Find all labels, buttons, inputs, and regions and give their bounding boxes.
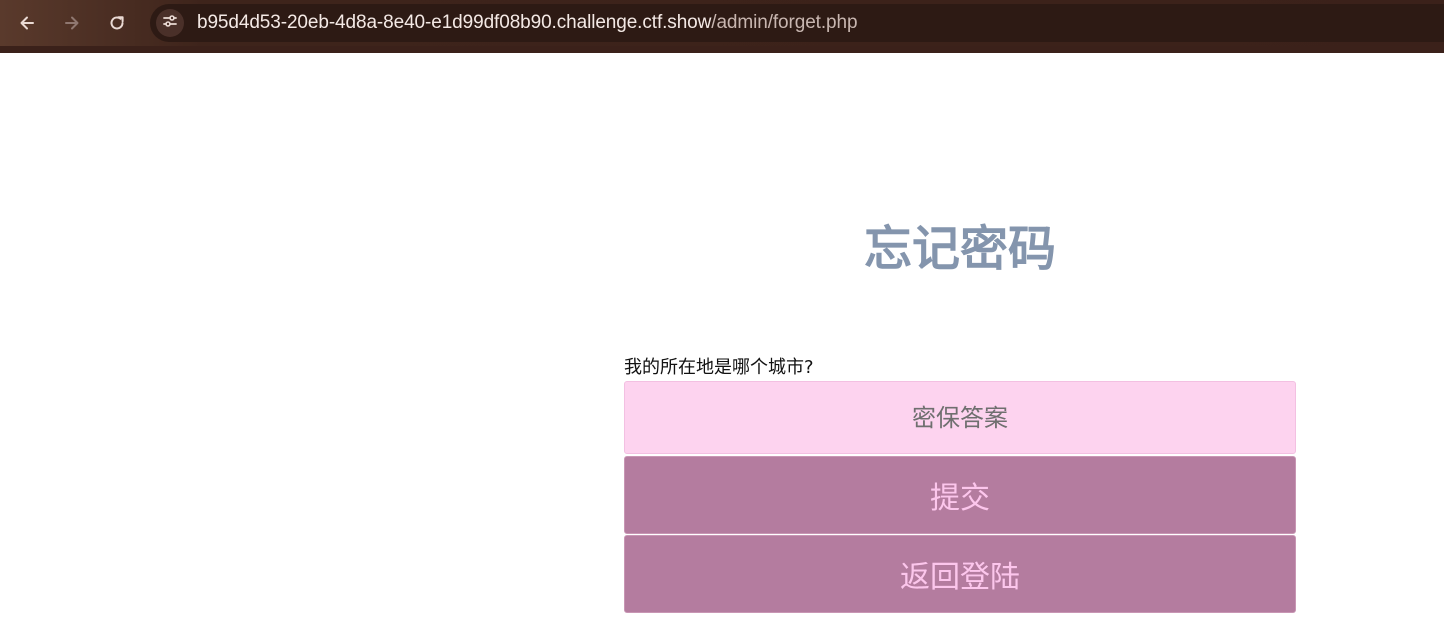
security-question-label: 我的所在地是哪个城市?: [624, 357, 814, 378]
forward-button[interactable]: [57, 8, 87, 38]
browser-toolbar: b95d4d53-20eb-4d8a-8e40-e1d99df08b90.cha…: [0, 0, 1444, 46]
tune-icon: [162, 13, 178, 33]
site-info-button[interactable]: [156, 9, 184, 37]
url-text[interactable]: b95d4d53-20eb-4d8a-8e40-e1d99df08b90.cha…: [197, 12, 858, 33]
url-path: /admin/forget.php: [711, 12, 858, 33]
security-answer-input[interactable]: [624, 381, 1296, 454]
back-button[interactable]: [12, 8, 42, 38]
reload-icon: [108, 14, 126, 32]
toolbar-edge: [0, 46, 1444, 53]
reload-button[interactable]: [102, 8, 132, 38]
arrow-right-icon: [63, 14, 81, 32]
submit-button[interactable]: 提交: [624, 456, 1296, 534]
page-title: 忘记密码: [863, 221, 1056, 277]
address-bar[interactable]: b95d4d53-20eb-4d8a-8e40-e1d99df08b90.cha…: [150, 4, 1444, 42]
arrow-left-icon: [18, 14, 36, 32]
url-host: b95d4d53-20eb-4d8a-8e40-e1d99df08b90.cha…: [197, 12, 712, 33]
back-to-login-button[interactable]: 返回登陆: [624, 535, 1296, 613]
